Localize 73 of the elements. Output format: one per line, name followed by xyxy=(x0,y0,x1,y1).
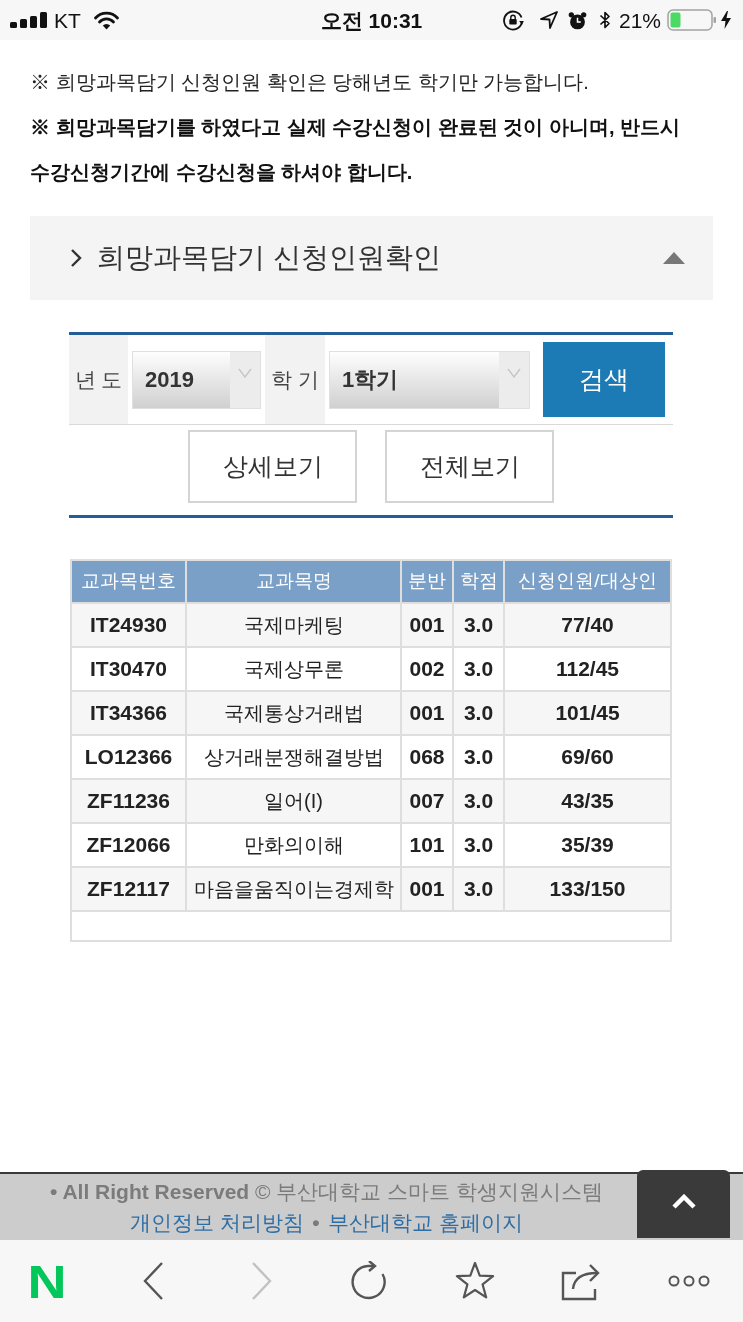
table-cell: 068 xyxy=(402,736,452,778)
rotation-lock-icon xyxy=(501,9,524,31)
table-cell: IT30470 xyxy=(72,648,185,690)
wifi-icon xyxy=(92,10,120,30)
column-header: 학점 xyxy=(454,561,503,602)
field-label: 년 도 xyxy=(69,335,128,424)
table-cell: 3.0 xyxy=(454,648,503,690)
table-cell: ZF12066 xyxy=(72,824,185,866)
table-cell: 국제통상거래법 xyxy=(187,692,400,734)
clock-text: 오전 10:31 xyxy=(320,9,423,31)
accordion-header[interactable]: 희망과목담기 신청인원확인 xyxy=(30,216,713,300)
table-cell: 002 xyxy=(402,648,452,690)
caret-down-icon xyxy=(507,367,521,378)
star-icon[interactable] xyxy=(455,1261,495,1301)
table-cell: 3.0 xyxy=(454,824,503,866)
table-cell: 3.0 xyxy=(454,692,503,734)
table-cell: 101/45 xyxy=(505,692,670,734)
search-button[interactable]: 검색 xyxy=(543,342,665,417)
table-cell: LO12366 xyxy=(72,736,185,778)
alarm-clock-icon xyxy=(567,10,587,30)
battery-icon xyxy=(667,9,717,31)
column-header: 교과목번호 xyxy=(72,561,185,602)
table-cell: 3.0 xyxy=(454,780,503,822)
table-cell: ZF11236 xyxy=(72,780,185,822)
column-header: 교과목명 xyxy=(187,561,400,602)
carrier-text: KT xyxy=(54,9,81,31)
three-dots-icon[interactable] xyxy=(668,1275,710,1287)
chevron-right-icon xyxy=(70,248,82,268)
notice-text: ※ 희망과목담기 신청인원 확인은 당해년도 학기만 가능합니다. xyxy=(30,70,590,95)
table-cell: 마음을움직이는경제학 xyxy=(187,868,400,910)
chevron-up-icon xyxy=(670,1194,697,1210)
table-cell: 3.0 xyxy=(454,736,503,778)
details-button[interactable]: 상세보기 xyxy=(188,430,357,503)
bullet-separator-text: • xyxy=(312,1210,320,1236)
chevron-left-icon[interactable] xyxy=(142,1261,166,1301)
battery-percent-text: 21% xyxy=(618,9,661,31)
accordion-title: 희망과목담기 신청인원확인 xyxy=(97,241,441,275)
table-cell: 001 xyxy=(402,692,452,734)
table-cell: 001 xyxy=(402,604,452,646)
dropdown-select[interactable]: 1학기 xyxy=(329,350,530,409)
notice-text: ※ 희망과목담기를 하였다고 실제 수강신청이 완료된 것이 아니며, 반드시 수강신청기간에 수강신청을 하셔야 합니다. xyxy=(30,115,681,185)
table-cell: 77/40 xyxy=(505,604,670,646)
table-cell: IT24930 xyxy=(72,604,185,646)
column-header: 분반 xyxy=(402,561,452,602)
table-cell: 001 xyxy=(402,868,452,910)
column-header: 신청인원/대상인 xyxy=(505,561,670,602)
caret-down-icon xyxy=(238,367,252,378)
table-cell: 101 xyxy=(402,824,452,866)
table-cell: 국제마케팅 xyxy=(187,604,400,646)
table-cell: 112/45 xyxy=(505,648,670,690)
table-cell: 상거래분쟁해결방법 xyxy=(187,736,400,778)
scroll-top-button[interactable] xyxy=(637,1170,730,1238)
circular-arrow-icon[interactable] xyxy=(348,1261,388,1301)
table-cell: ZF12117 xyxy=(72,868,185,910)
table-cell: IT34366 xyxy=(72,692,185,734)
table-cell: 3.0 xyxy=(454,604,503,646)
table-cell: 69/60 xyxy=(505,736,670,778)
table-cell: 만화의이해 xyxy=(187,824,400,866)
view-all-button[interactable]: 전체보기 xyxy=(385,430,554,503)
table-cell: 국제상무론 xyxy=(187,648,400,690)
table-cell: 3.0 xyxy=(454,868,503,910)
bluetooth-icon xyxy=(598,10,611,30)
copyright-text: • All Right Reserved © 부산대학교 스마트 학생지원시스템 xyxy=(50,1179,603,1205)
field-label: 학 기 xyxy=(265,335,325,424)
table-cell: 일어(I) xyxy=(187,780,400,822)
table-cell: 007 xyxy=(402,780,452,822)
table-cell: 133/150 xyxy=(505,868,670,910)
table-cell: 35/39 xyxy=(505,824,670,866)
signal-icon xyxy=(10,12,48,28)
table-cell: 43/35 xyxy=(505,780,670,822)
lightning-bolt-icon xyxy=(721,11,731,29)
dropdown-select[interactable]: 2019 xyxy=(132,350,261,409)
location-arrow-icon xyxy=(539,11,558,29)
